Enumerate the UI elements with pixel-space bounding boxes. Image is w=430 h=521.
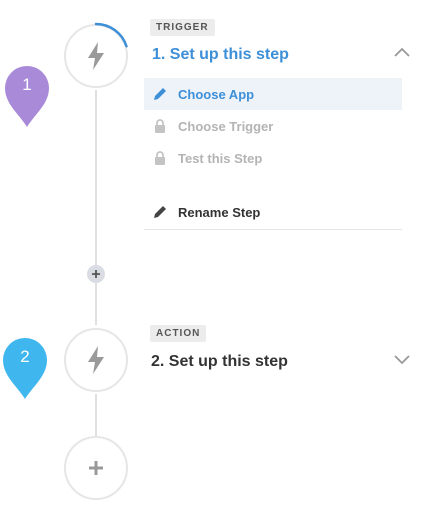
lock-icon bbox=[152, 118, 168, 134]
chevron-up-icon[interactable] bbox=[393, 46, 411, 58]
step-marker-2: 2 bbox=[3, 338, 47, 400]
sub-item-test-step: Test this Step bbox=[144, 142, 402, 174]
sub-item-label: Choose App bbox=[178, 86, 255, 102]
marker-number: 2 bbox=[20, 347, 30, 366]
step-1-progress-ring bbox=[62, 22, 130, 90]
sub-item-label: Rename Step bbox=[178, 204, 261, 220]
marker-number: 1 bbox=[22, 75, 32, 94]
pencil-icon bbox=[152, 204, 168, 220]
connector-line bbox=[95, 394, 97, 436]
sub-item-rename-step[interactable]: Rename Step bbox=[144, 196, 402, 228]
sub-item-label: Choose Trigger bbox=[178, 118, 274, 134]
lightning-bolt-icon bbox=[88, 346, 104, 374]
plus-icon bbox=[92, 270, 100, 278]
sub-item-choose-app[interactable]: Choose App bbox=[144, 78, 402, 110]
step-type-badge-trigger: TRIGGER bbox=[150, 19, 215, 36]
add-step-button[interactable] bbox=[64, 436, 128, 500]
connector-line bbox=[95, 90, 97, 325]
step-1-title[interactable]: 1. Set up this step bbox=[152, 46, 289, 64]
step-marker-1: 1 bbox=[5, 66, 49, 128]
step-2-icon-circle[interactable] bbox=[64, 328, 128, 392]
sub-item-label: Test this Step bbox=[178, 150, 263, 166]
pencil-icon bbox=[152, 86, 168, 102]
sub-item-choose-trigger: Choose Trigger bbox=[144, 110, 402, 142]
insert-step-button[interactable] bbox=[87, 265, 105, 283]
plus-icon bbox=[89, 461, 103, 475]
chevron-down-icon[interactable] bbox=[393, 354, 411, 366]
lock-icon bbox=[152, 150, 168, 166]
divider bbox=[144, 229, 402, 230]
step-2-title[interactable]: 2. Set up this step bbox=[151, 353, 288, 371]
step-type-badge-action: ACTION bbox=[150, 325, 207, 342]
